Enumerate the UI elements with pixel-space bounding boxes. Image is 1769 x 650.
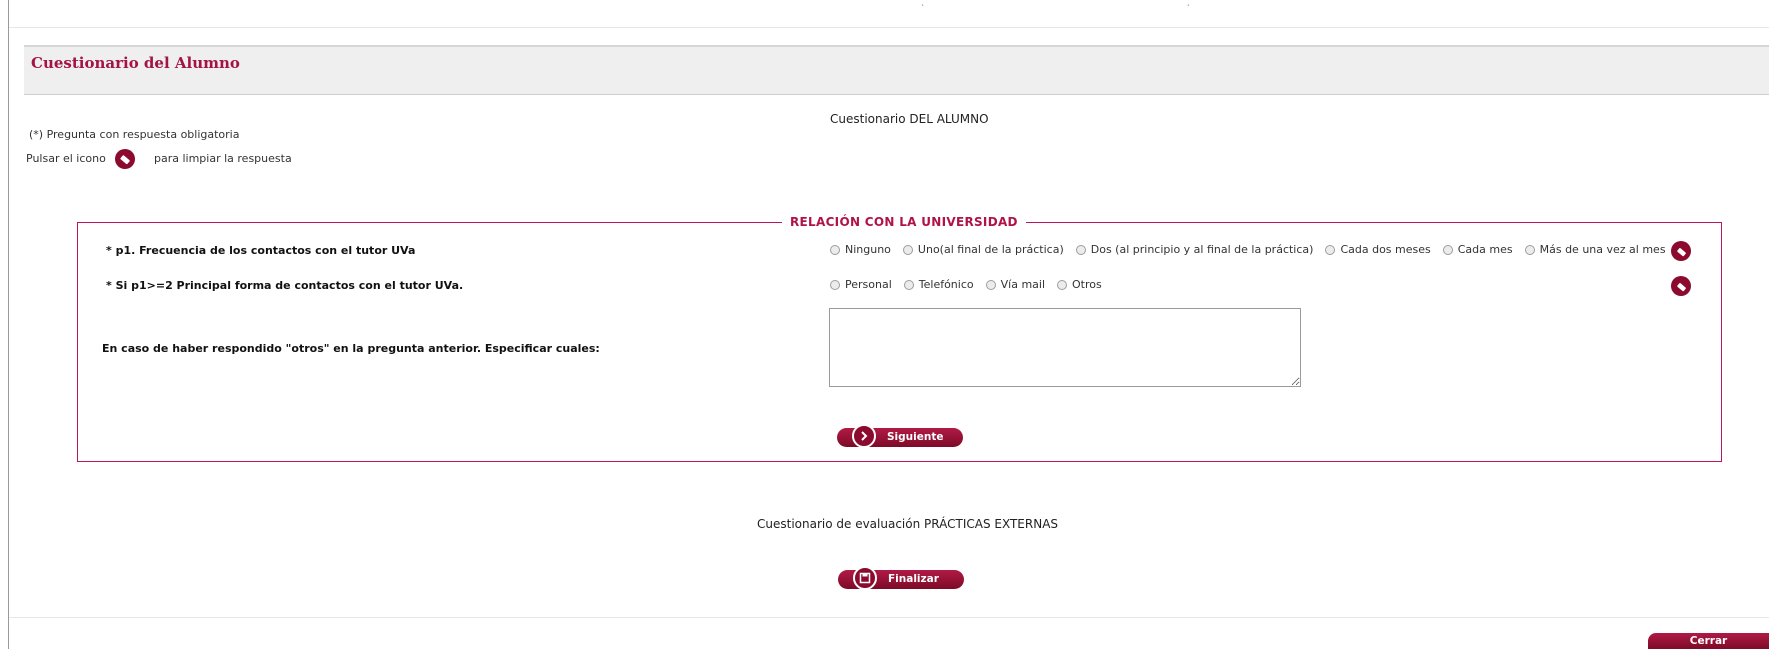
radio-button[interactable] (985, 279, 996, 290)
bottom-divider (9, 617, 1769, 618)
clear-hint-prefix: Pulsar el icono (26, 152, 106, 165)
radio-button[interactable] (1325, 244, 1336, 255)
question-p1-label: * p1. Frecuencia de los contactos con el… (106, 244, 416, 257)
next-button-label: Siguiente (887, 431, 944, 443)
option-dos[interactable]: Dos (al principio y al final de la práct… (1075, 243, 1313, 256)
next-button[interactable]: Siguiente (837, 424, 963, 448)
option-uno[interactable]: Uno(al final de la práctica) (902, 243, 1064, 256)
page-header: Cuestionario del Alumno (24, 45, 1769, 95)
option-mas-de-una-vez[interactable]: Más de una vez al mes (1524, 243, 1666, 256)
evaluation-title: Cuestionario de evaluación PRÁCTICAS EXT… (757, 517, 1059, 531)
required-note: (*) Pregunta con respuesta obligatoria (29, 128, 240, 141)
top-divider (9, 27, 1769, 28)
option-cada-mes[interactable]: Cada mes (1442, 243, 1513, 256)
eraser-icon (1676, 247, 1686, 256)
clear-p1-button[interactable] (1671, 241, 1691, 261)
questionnaire-title: Cuestionario DEL ALUMNO (830, 112, 989, 126)
question-p2-label: * Si p1>=2 Principal forma de contactos … (106, 279, 464, 292)
radio-button[interactable] (830, 244, 840, 255)
option-otros[interactable]: Otros (1057, 278, 1102, 291)
question-p1-options: Ninguno Uno(al final de la práctica) Dos… (830, 243, 1678, 256)
page-title: Cuestionario del Alumno (31, 54, 240, 72)
radio-button[interactable] (1524, 244, 1535, 255)
question-p2-options: Personal Telefónico Vía mail Otros (830, 278, 1114, 291)
eraser-icon (1676, 282, 1686, 291)
clear-hint-suffix: para limpiar la respuesta (154, 152, 292, 165)
finish-button[interactable]: Finalizar (838, 566, 964, 590)
eraser-icon (115, 149, 135, 169)
section-legend: RELACIÓN CON LA UNIVERSIDAD (790, 215, 1018, 229)
other-specify-label: En caso de haber respondido "otros" en l… (102, 342, 600, 355)
radio-button[interactable] (1075, 244, 1086, 255)
radio-button[interactable] (903, 279, 914, 290)
option-telefonico[interactable]: Telefónico (903, 278, 974, 291)
top-mark-right: ´ (1186, 4, 1190, 13)
save-icon (853, 566, 877, 590)
radio-button[interactable] (1442, 244, 1453, 255)
option-personal[interactable]: Personal (830, 278, 892, 291)
radio-button[interactable] (830, 279, 840, 290)
close-button[interactable]: Cerrar (1648, 633, 1769, 649)
chevron-right-icon (852, 424, 876, 448)
clear-p2-button[interactable] (1671, 276, 1691, 296)
radio-button[interactable] (1057, 279, 1068, 290)
option-via-mail[interactable]: Vía mail (985, 278, 1045, 291)
finish-button-label: Finalizar (888, 573, 939, 585)
other-specify-textarea[interactable] (829, 308, 1301, 387)
option-ninguno[interactable]: Ninguno (830, 243, 891, 256)
top-mark-left: ` (921, 4, 925, 13)
left-border (8, 0, 9, 649)
option-cada-dos-meses[interactable]: Cada dos meses (1325, 243, 1431, 256)
radio-button[interactable] (902, 244, 913, 255)
